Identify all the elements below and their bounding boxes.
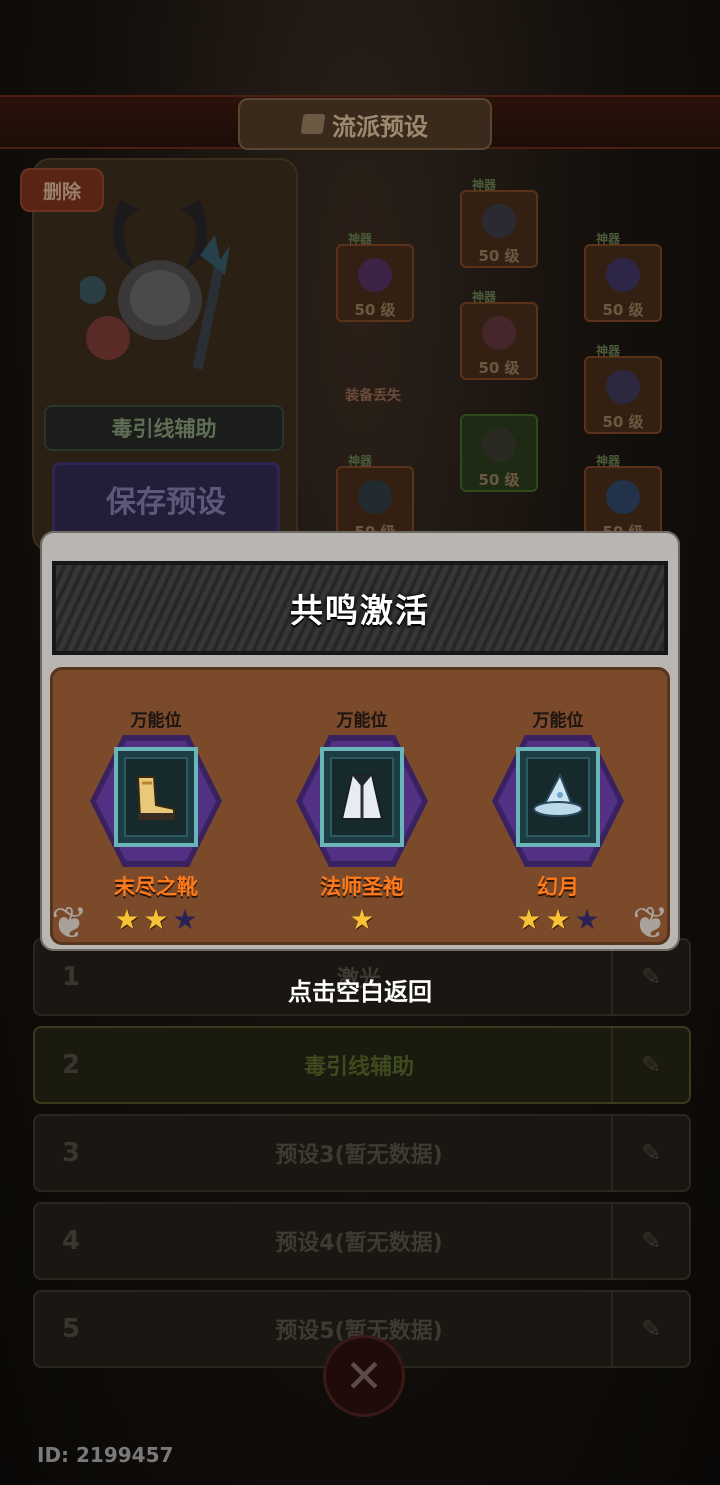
amulet-icon [606,258,640,292]
star-icon: ★ [349,903,375,936]
equip-slot[interactable]: 神器 50 级 [460,290,538,380]
preset-row[interactable]: 4 预设4(暂无数据) ✎ [33,1202,691,1280]
edit-icon[interactable]: ✎ [611,1116,689,1190]
resonance-item[interactable]: 万能位 幻月 ★ ★ ★ [483,706,633,935]
preset-row[interactable]: 2 毒引线辅助 ✎ [33,1026,691,1104]
modal-title: 共鸣激活 [290,591,430,630]
edit-icon[interactable]: ✎ [611,1028,689,1102]
save-preset-button[interactable]: 保存预设 [52,462,280,536]
ring-icon [606,370,640,404]
modal-header: 共鸣激活 [52,561,668,655]
close-icon[interactable]: ✕ [323,1335,405,1417]
book-icon [300,114,326,134]
build-name-plate: 毒引线辅助 [44,405,284,451]
resonance-modal: 共鸣激活 ❦ ❦ 万能位 末尽之靴 ★ ★ ★ 万能位 法师圣袍 ★ 万能位 幻… [40,531,680,951]
equip-slot[interactable]: 神器 50 级 [460,178,538,268]
edit-icon[interactable]: ✎ [611,1292,689,1366]
star-icon: ★ [516,903,542,936]
page-title: 流派预设 [238,98,492,150]
claw-icon [358,480,392,514]
character-portrait [80,200,230,370]
player-id: ID: 2199457 [37,1443,174,1467]
robe-icon [340,774,384,820]
star-icon: ★ [143,903,169,936]
edit-icon[interactable]: ✎ [611,1204,689,1278]
gem-icon [358,258,392,292]
equip-slot[interactable]: 神器 50 级 [584,232,662,322]
equip-slot[interactable]: 50 级 [460,414,538,492]
preset-row[interactable]: 3 预设3(暂无数据) ✎ [33,1114,691,1192]
pants-icon [482,428,516,462]
equipment-lost-slot[interactable]: 装备丢失 [336,358,410,432]
armor-icon [482,316,516,350]
star-empty-icon: ★ [172,903,198,936]
helmet-icon [482,204,516,238]
resonance-item[interactable]: 万能位 法师圣袍 ★ [287,706,437,935]
boots-icon [136,776,175,820]
star-rating: ★ ★ ★ [483,905,633,935]
wizard-hat-icon [533,772,583,817]
star-icon: ★ [114,903,140,936]
star-rating: ★ ★ ★ [81,905,231,935]
equip-slot[interactable]: 神器 50 级 [336,232,414,322]
resonance-item[interactable]: 万能位 末尽之靴 ★ ★ ★ [81,706,231,935]
book-icon [606,480,640,514]
equip-slot[interactable]: 神器 50 级 [584,344,662,434]
star-icon: ★ [545,903,571,936]
tap-blank-to-return-hint[interactable]: 点击空白返回 [0,972,720,1007]
star-empty-icon: ★ [574,903,600,936]
modal-body: ❦ ❦ 万能位 末尽之靴 ★ ★ ★ 万能位 法师圣袍 ★ 万能位 幻月 ★ ★… [50,667,670,949]
star-rating: ★ [287,905,437,935]
